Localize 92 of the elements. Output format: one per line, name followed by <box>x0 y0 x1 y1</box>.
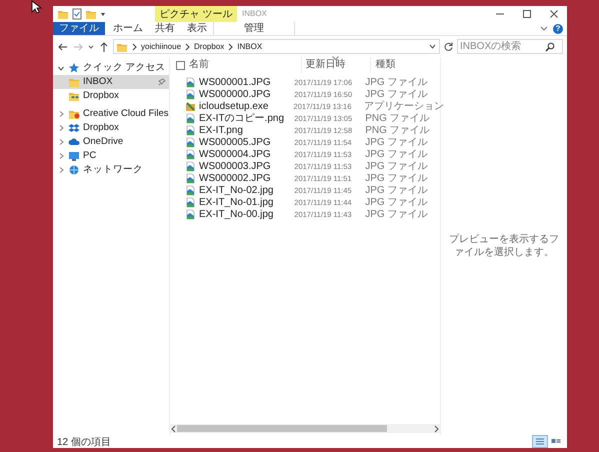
file-name[interactable]: WS000001.JPG <box>185 76 290 88</box>
context-tab-group: ピクチャ ツール <box>155 6 237 22</box>
nav-item[interactable]: OneDrive <box>53 135 169 149</box>
scrollbar-thumb[interactable] <box>177 425 387 432</box>
mouse-pointer-icon <box>31 0 42 14</box>
type-cell-text: JPG ファイル <box>364 184 428 197</box>
folder-icon <box>68 108 80 120</box>
monitor-icon <box>68 150 80 162</box>
up-icon[interactable] <box>98 40 110 52</box>
image-file-icon <box>185 172 196 184</box>
column-header[interactable]: 名前 <box>185 57 301 73</box>
nav-item[interactable]: Dropbox <box>53 89 169 103</box>
close-icon[interactable] <box>549 9 559 19</box>
file-name[interactable]: EX-IT.png <box>185 124 290 136</box>
folder-icon <box>68 90 80 102</box>
address-bar[interactable]: yoichiinoue Dropbox INBOX <box>113 39 440 54</box>
network-icon <box>68 164 80 176</box>
type-cell-text: JPG ファイル <box>364 148 428 161</box>
file-name[interactable]: EX-IT_No-02.jpg <box>185 184 290 196</box>
details-view-icon[interactable] <box>534 436 546 447</box>
nav-item[interactable]: クイック アクセス <box>53 61 169 75</box>
nav-item[interactable]: INBOX <box>53 75 169 89</box>
type-cell-text: JPG ファイル <box>364 196 428 209</box>
type-cell-text: JPG ファイル <box>364 88 428 100</box>
type-cell-text: PNG ファイル <box>364 124 431 137</box>
chevron-icon[interactable] <box>184 42 192 52</box>
image-file-icon <box>185 136 196 148</box>
image-file-icon <box>185 124 196 136</box>
collapsed-chevron-icon[interactable] <box>57 124 65 132</box>
file-name[interactable]: icloudsetup.exe <box>185 100 290 112</box>
nav-item[interactable]: PC <box>53 149 169 163</box>
cloud-icon <box>68 136 80 148</box>
image-file-icon <box>185 148 196 160</box>
refresh-icon[interactable] <box>443 41 454 52</box>
search-icon[interactable] <box>545 42 555 52</box>
image-file-icon <box>185 160 196 172</box>
ribbon-tab[interactable]: ホーム <box>107 22 149 35</box>
checkbox-icon[interactable] <box>176 60 185 70</box>
collapsed-chevron-icon[interactable] <box>57 138 65 146</box>
star-icon <box>68 62 80 74</box>
help-button[interactable]: ? <box>553 24 563 34</box>
path-segment[interactable]: Dropbox <box>194 42 224 51</box>
scroll-left-icon[interactable] <box>170 424 177 432</box>
type-cell-text: PNG ファイル <box>364 112 431 125</box>
preview-message: プレビューを表示するファイルを選択します。 <box>448 233 560 259</box>
file-name[interactable]: WS000002.JPG <box>185 172 290 184</box>
image-file-icon <box>185 208 196 220</box>
image-file-icon <box>185 88 196 100</box>
nav-item[interactable]: Dropbox <box>53 121 169 135</box>
collapsed-chevron-icon[interactable] <box>57 110 65 118</box>
file-name[interactable]: EX-IT_No-00.jpg <box>185 208 290 220</box>
chevron-icon[interactable] <box>131 42 138 52</box>
path-segment[interactable]: INBOX <box>237 42 262 51</box>
type-cell-text: JPG ファイル <box>364 76 428 89</box>
ribbon-tab[interactable]: 共有 <box>149 22 181 35</box>
back-icon[interactable] <box>57 40 69 52</box>
window-title: INBOX <box>241 8 268 20</box>
expanded-chevron-icon[interactable] <box>57 64 65 72</box>
maximize-icon[interactable] <box>522 9 532 19</box>
image-file-icon <box>185 196 196 208</box>
file-name[interactable]: WS000000.JPG <box>185 88 290 100</box>
image-file-icon <box>185 184 196 196</box>
image-file-icon <box>185 112 196 124</box>
properties-icon[interactable] <box>71 8 83 20</box>
search-field[interactable]: INBOXの検索 <box>457 39 563 54</box>
file-name[interactable]: EX-ITのコピー.png <box>185 111 290 125</box>
file-name[interactable]: WS000005.JPG <box>185 136 290 148</box>
column-header[interactable]: 更新日時 <box>300 57 370 73</box>
ribbon-tab[interactable]: ファイル <box>53 22 105 35</box>
type-cell-text: JPG ファイル <box>364 136 428 149</box>
file-name[interactable]: WS000003.JPG <box>185 160 290 172</box>
scroll-right-icon[interactable] <box>433 424 440 432</box>
item-count: 12 個の項目 <box>57 436 111 448</box>
folder-icon <box>68 76 80 88</box>
nav-item[interactable]: Creative Cloud Files <box>53 107 169 121</box>
sort-icon <box>332 56 339 60</box>
ribbon-tab[interactable]: 表示 <box>181 22 213 35</box>
type-cell-text: JPG ファイル <box>364 172 428 185</box>
column-header[interactable]: 種類 <box>370 57 440 73</box>
nav-item[interactable]: ネットワーク <box>53 163 169 177</box>
path-segment[interactable]: yoichiinoue <box>141 42 182 51</box>
expand-ribbon-icon[interactable] <box>539 24 549 34</box>
dropbox-icon <box>68 122 80 134</box>
image-file-icon <box>185 76 196 88</box>
file-name[interactable]: EX-IT_No-01.jpg <box>185 196 290 208</box>
collapsed-chevron-icon[interactable] <box>57 166 65 174</box>
type-cell-text: JPG ファイル <box>364 160 428 173</box>
ribbon-tab[interactable]: 管理 <box>213 22 295 35</box>
file-name[interactable]: WS000004.JPG <box>185 148 290 160</box>
collapsed-chevron-icon[interactable] <box>57 152 65 160</box>
type-cell-text: JPG ファイル <box>364 208 428 221</box>
chevron-icon[interactable] <box>227 42 234 52</box>
